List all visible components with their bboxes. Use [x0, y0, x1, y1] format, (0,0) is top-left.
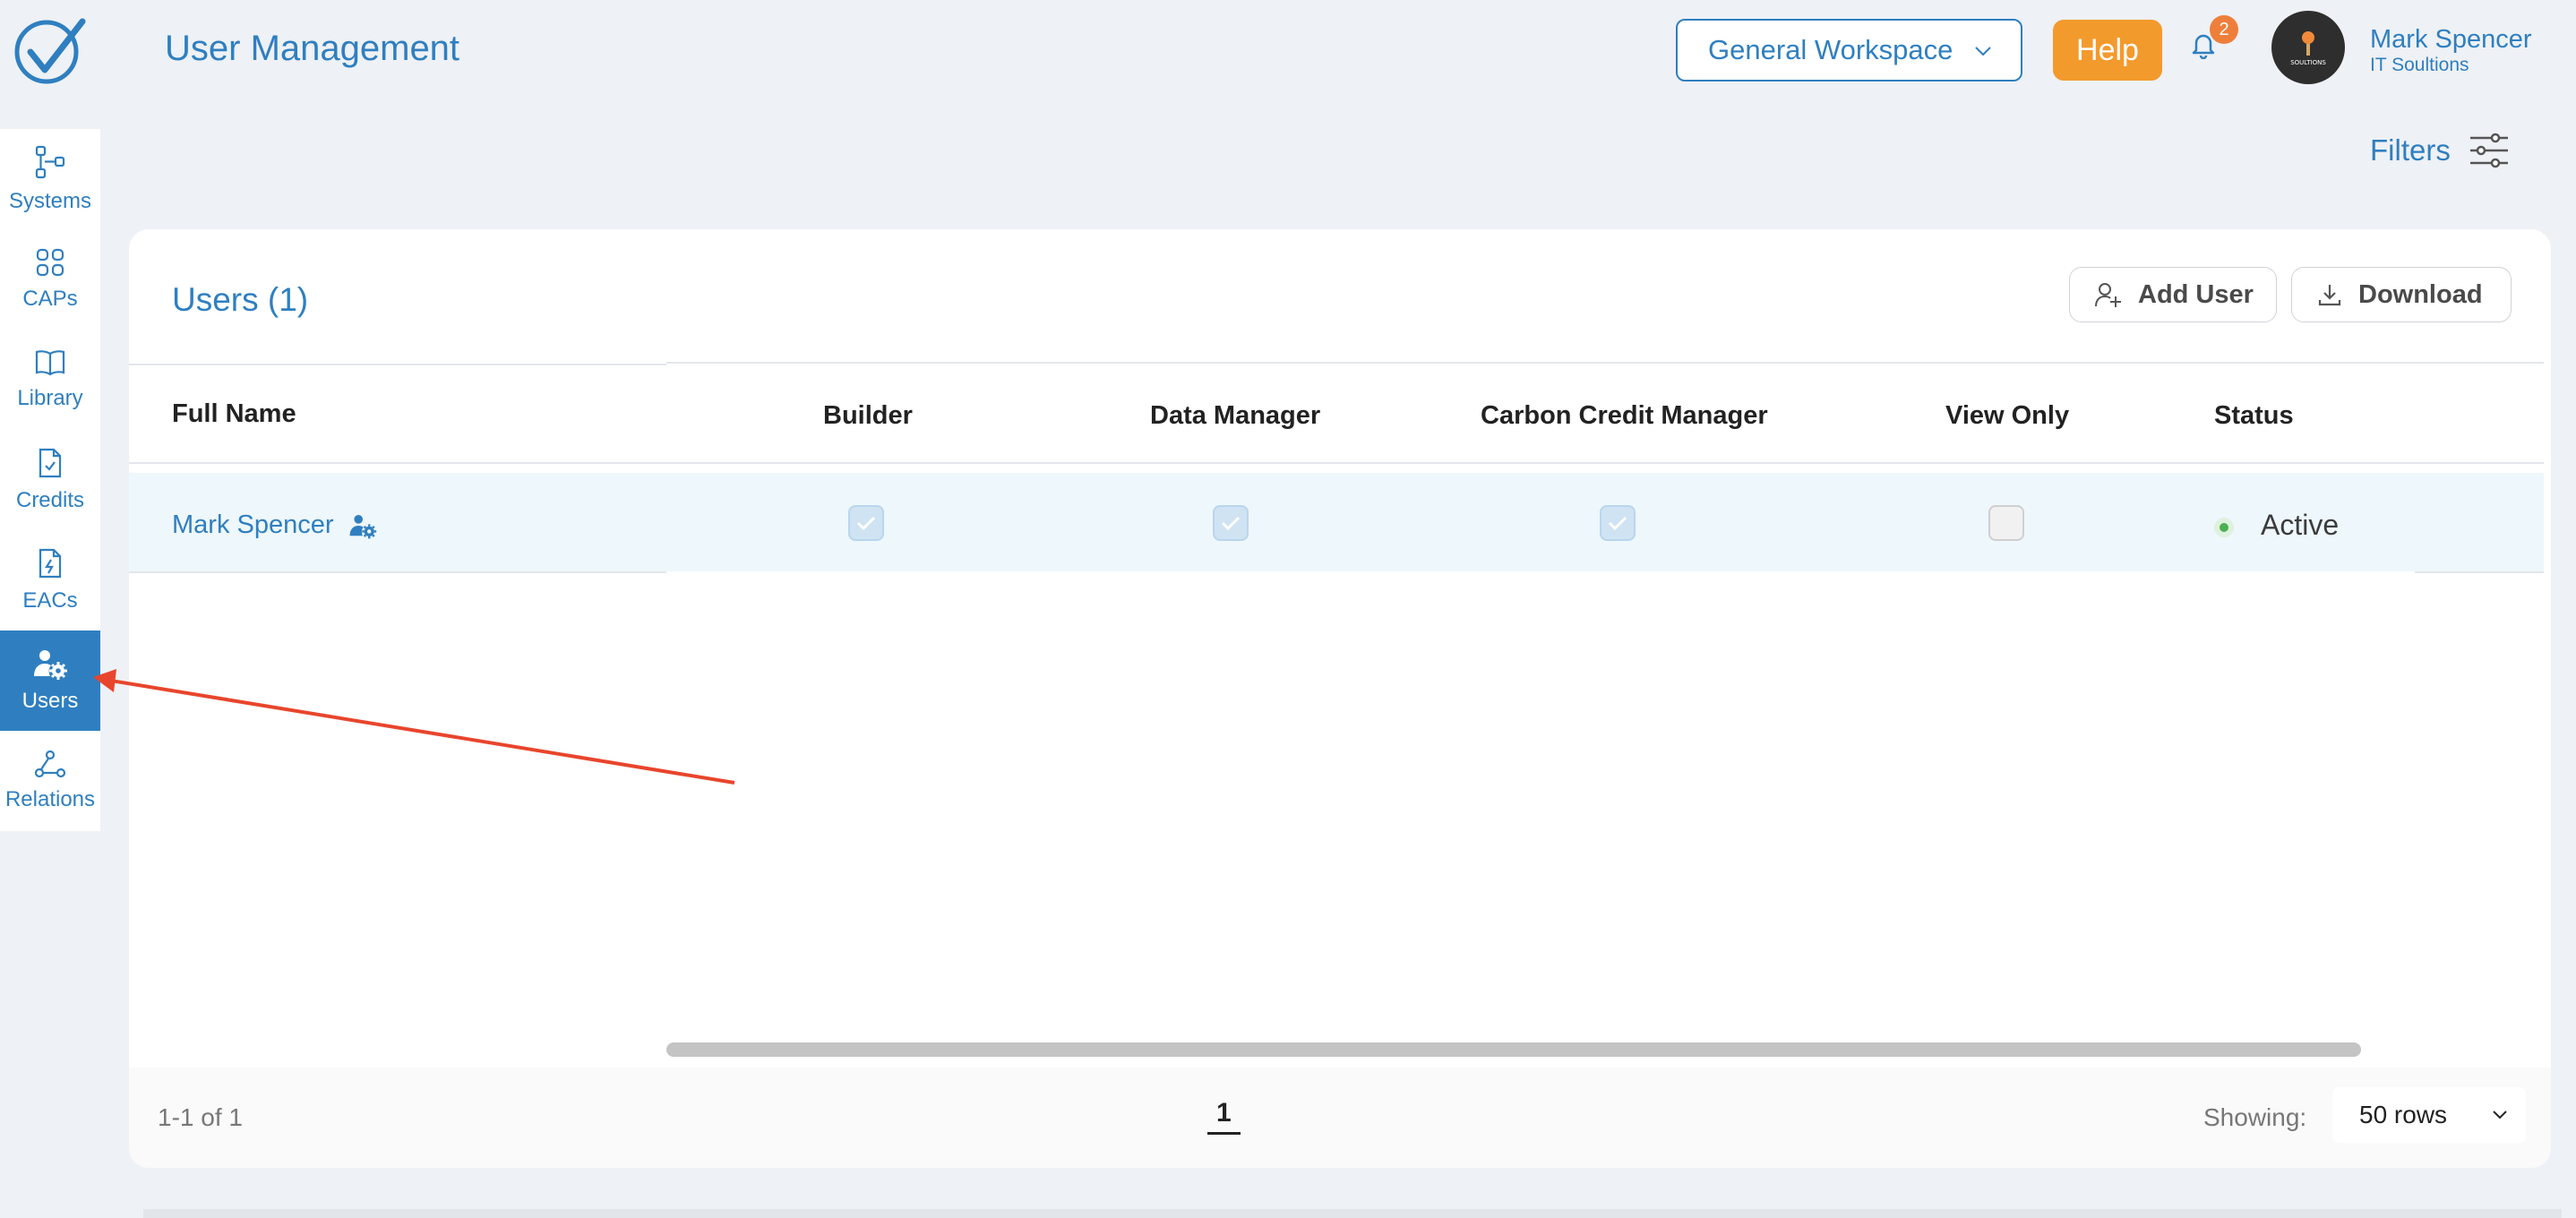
page-bottom-edge: [143, 1209, 2562, 1218]
checkmark-icon: [1221, 516, 1241, 531]
avatar-text: SOULTIONS: [2290, 59, 2326, 66]
users-card-title: Users (1): [172, 281, 309, 318]
sidebar-item-label: Library: [17, 386, 83, 410]
divider: [666, 362, 2544, 364]
notification-badge: 2: [2210, 15, 2238, 44]
page-number-current[interactable]: 1: [1207, 1098, 1241, 1135]
builder-checkbox[interactable]: [848, 505, 884, 541]
showing-label: Showing:: [2203, 1103, 2307, 1131]
download-label: Download: [2358, 279, 2483, 309]
divider: [129, 364, 666, 365]
relations-icon: [34, 750, 66, 778]
document-check-icon: [39, 448, 62, 478]
rows-per-page-select[interactable]: 50 rows: [2332, 1087, 2526, 1143]
checkmark-icon: [1608, 516, 1627, 531]
status-text: Active: [2261, 509, 2340, 541]
user-organization: IT Soultions: [2370, 55, 2469, 75]
sidebar-item-credits[interactable]: Credits: [0, 430, 100, 530]
column-header-full-name[interactable]: Full Name: [172, 399, 296, 429]
rows-per-page-value: 50 rows: [2359, 1101, 2448, 1128]
sidebar-item-label: Relations: [4, 787, 96, 811]
page-title: User Management: [165, 29, 460, 68]
user-full-name: Mark Spencer: [172, 510, 334, 539]
sidebar-item-systems[interactable]: Systems: [0, 129, 100, 229]
add-user-icon: [2095, 283, 2121, 307]
checkmark-icon: [856, 516, 876, 531]
table-footer: 1-1 of 1 1 Showing: 50 rows: [129, 1068, 2551, 1168]
sidebar-item-label: Credits: [15, 488, 85, 512]
user-name[interactable]: Mark Spencer: [2370, 25, 2532, 55]
book-icon: [35, 350, 65, 376]
sidebar-item-label: Systems: [8, 189, 91, 213]
avatar[interactable]: SOULTIONS: [2271, 11, 2345, 84]
divider: [129, 462, 666, 464]
avatar-logo-icon: SOULTIONS: [2290, 31, 2326, 66]
status-active-dot: [2214, 518, 2234, 537]
column-header-view-only[interactable]: View Only: [1945, 401, 2069, 431]
user-gear-icon: [34, 650, 67, 680]
table-row[interactable]: [129, 473, 2544, 571]
divider: [129, 571, 666, 573]
app-logo-icon[interactable]: [13, 14, 88, 86]
divider: [666, 462, 2544, 464]
pagination-range: 1-1 of 1: [158, 1103, 243, 1131]
chevron-down-icon: [2493, 1111, 2507, 1119]
data-manager-checkbox[interactable]: [1213, 505, 1249, 541]
top-header: User Management General Workspace Help 2…: [0, 0, 2576, 100]
sidebar-item-caps[interactable]: CAPs: [0, 229, 100, 330]
workspace-select[interactable]: General Workspace: [1676, 19, 2022, 81]
sidebar-item-label: Users: [21, 689, 79, 713]
sidebar-item-label: EACs: [22, 588, 78, 613]
sidebar-item-users[interactable]: Users: [0, 630, 100, 731]
filters-button[interactable]: Filters: [2370, 133, 2510, 168]
sidebar-item-eacs[interactable]: EACs: [0, 530, 100, 630]
download-button[interactable]: Download: [2291, 267, 2512, 322]
sidebar-item-relations[interactable]: Relations: [0, 731, 100, 831]
grid-icon: [36, 248, 64, 277]
horizontal-scrollbar[interactable]: [666, 1042, 2361, 1057]
help-button[interactable]: Help: [2053, 20, 2162, 81]
sidebar-item-label: CAPs: [22, 287, 78, 311]
column-header-data-manager[interactable]: Data Manager: [1150, 401, 1320, 431]
carbon-credit-manager-checkbox[interactable]: [1600, 505, 1636, 541]
divider: [2415, 571, 2544, 573]
users-card: Users (1) Add User Download Full Name Bu…: [129, 229, 2551, 1168]
user-full-name-link[interactable]: Mark Spencer: [172, 510, 377, 540]
user-gear-icon: [349, 514, 376, 538]
add-user-label: Add User: [2138, 279, 2254, 309]
filters-label: Filters: [2370, 133, 2451, 167]
column-header-status[interactable]: Status: [2214, 401, 2294, 431]
sidebar-item-library[interactable]: Library: [0, 330, 100, 430]
view-only-checkbox[interactable]: [1988, 505, 2024, 541]
systems-icon: [35, 145, 65, 179]
column-header-carbon-credit-manager[interactable]: Carbon Credit Manager: [1481, 401, 1768, 431]
sliders-icon: [2469, 133, 2508, 168]
workspace-select-value: General Workspace: [1708, 34, 1953, 65]
chevron-down-icon: [1975, 47, 1991, 56]
document-bolt-icon: [39, 548, 62, 579]
add-user-button[interactable]: Add User: [2069, 267, 2277, 322]
sidebar: Systems CAPs Library Credits EACs Users …: [0, 129, 100, 831]
download-icon: [2318, 285, 2341, 306]
column-header-builder[interactable]: Builder: [823, 401, 913, 431]
